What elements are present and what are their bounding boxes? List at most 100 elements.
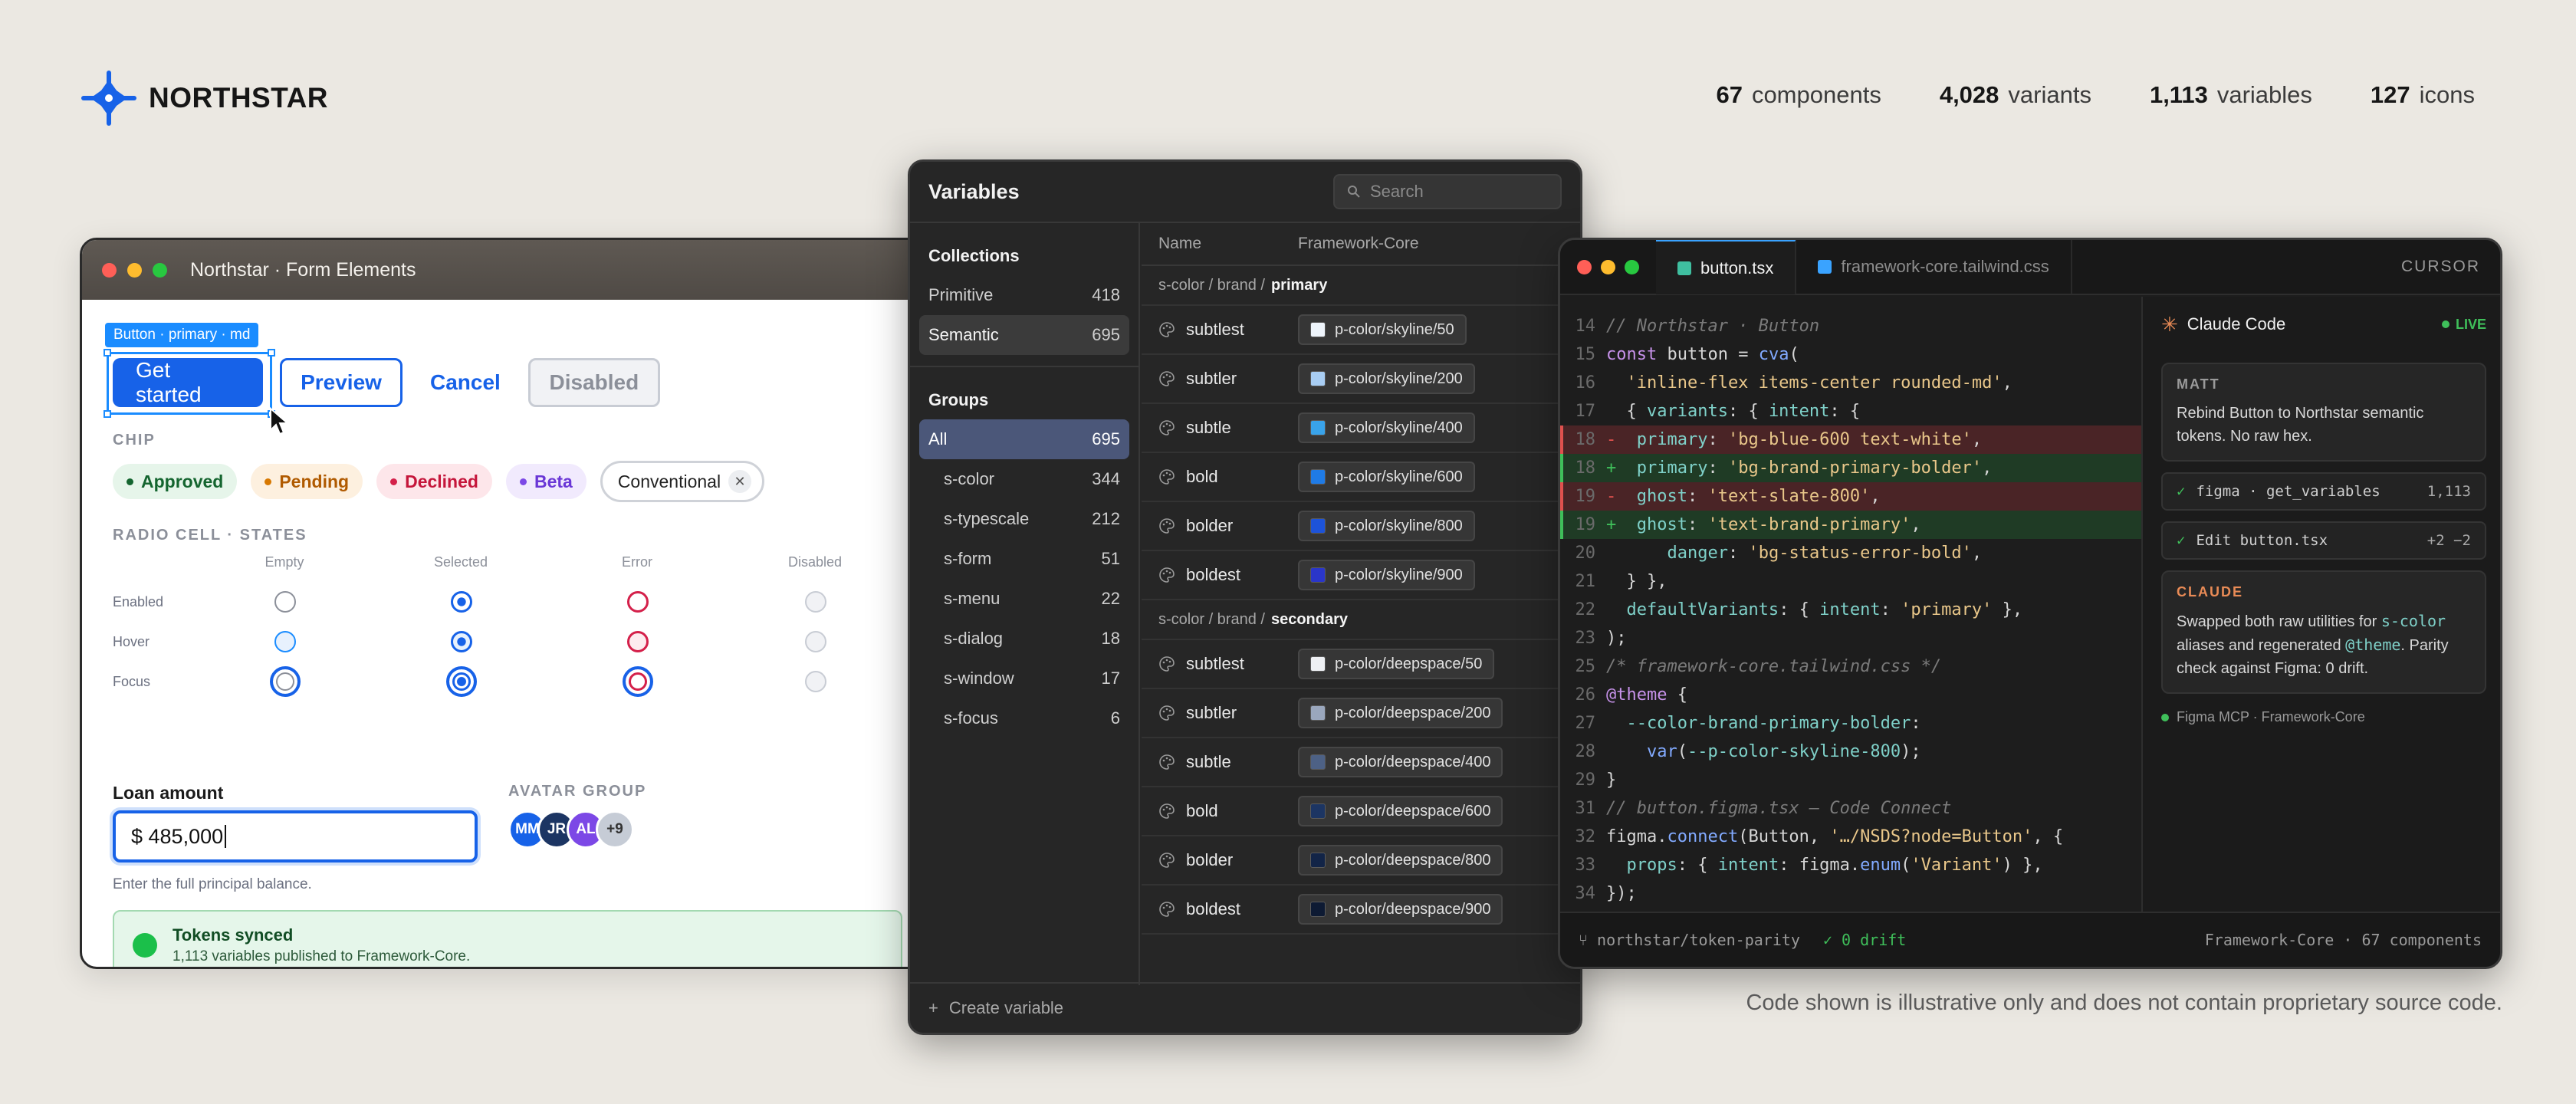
group-all[interactable]: All 695 [919,419,1129,459]
radio-focus-selected[interactable] [446,666,477,697]
column-mode[interactable]: Framework-Core [1298,235,1419,253]
group-s-form[interactable]: s-form 51 [919,539,1129,579]
project-status: Framework-Core · 67 components [2204,931,2482,949]
chip-pending[interactable]: Pending [251,464,363,499]
check-icon: ✓ [2177,483,2186,500]
avatar-overflow[interactable]: +9 [596,810,634,849]
assistant-message: CLAUDE Swapped both raw utilities for s-… [2161,570,2486,694]
radio-enabled-selected[interactable] [451,591,472,613]
variable-value[interactable]: p-color/skyline/200 [1298,363,1475,394]
chip-remove-icon[interactable]: ✕ [728,470,752,493]
close-window-button[interactable] [102,262,117,278]
radio-focus-error[interactable] [623,666,653,697]
maximize-window-button[interactable] [153,262,167,278]
loan-amount-input[interactable]: $ 485,000 [113,810,478,863]
variables-table: Name Framework-Core s-color / brand / pri… [1142,223,1580,985]
group-s-window[interactable]: s-window 17 [919,659,1129,698]
radio-section-label: RADIO CELL · STATES [113,527,307,544]
collection-semantic[interactable]: Semantic 695 [919,315,1129,355]
variable-value[interactable]: p-color/deepspace/800 [1298,845,1503,876]
color-swatch [1310,754,1326,770]
variable-name: subtler [1186,369,1237,388]
radio-hover-selected[interactable] [451,631,472,652]
table-row[interactable]: bolder p-color/skyline/800 [1142,502,1580,551]
disclaimer: Code shown is illustrative only and does… [1746,991,2502,1015]
tab-framework-core-css[interactable]: framework-core.tailwind.css [1796,240,2072,294]
variable-name: bolder [1186,516,1234,535]
variable-value[interactable]: p-color/deepspace/600 [1298,796,1503,826]
table-row[interactable]: subtle p-color/skyline/400 [1142,404,1580,453]
variable-value[interactable]: p-color/skyline/900 [1298,560,1475,590]
variable-value[interactable]: p-color/skyline/800 [1298,511,1475,541]
tokens-synced-toast: Tokens synced 1,113 variables published … [113,910,902,967]
variable-value[interactable]: p-color/skyline/400 [1298,412,1475,443]
table-row[interactable]: bolder p-color/deepspace/800 [1142,836,1580,886]
variable-name: bold [1186,467,1218,486]
radio-hover-empty[interactable] [274,631,296,652]
chip-conventional[interactable]: Conventional ✕ [600,461,765,502]
window-title: Northstar · Form Elements [190,258,416,281]
chip-beta[interactable]: Beta [505,464,586,499]
radio-hover-disabled [805,631,826,652]
branch-status[interactable]: ⑂ northstar/token-parity [1579,931,1800,949]
create-variable-button[interactable]: + Create variable [910,982,1580,1033]
variable-value[interactable]: p-color/deepspace/400 [1298,747,1503,777]
code-line: 26 @theme { [1575,685,1687,705]
variable-value[interactable]: p-color/skyline/600 [1298,462,1475,492]
drift-status: ✓ 0 drift [1822,931,1907,949]
variable-name: subtlest [1186,320,1244,339]
stat-variants: 4,028 variants [1939,81,2091,108]
get-started-button[interactable]: Get started [113,358,263,407]
close-window-button[interactable] [1577,259,1592,274]
radio-enabled-empty[interactable] [274,591,296,613]
variables-sidebar: Collections Primitive 418 Semantic 695 Gro… [910,223,1140,985]
radio-enabled-error[interactable] [627,591,649,613]
table-row[interactable]: subtlest p-color/skyline/50 [1142,306,1580,355]
maximize-window-button[interactable] [1625,259,1639,274]
cancel-button[interactable]: Cancel [419,358,511,407]
preview-button[interactable]: Preview [280,358,402,407]
radio-focus-empty[interactable] [270,666,301,697]
claude-asterisk-icon: ✳ [2161,312,2178,336]
table-row[interactable]: bold p-color/deepspace/600 [1142,787,1580,836]
code-view[interactable]: 14// Northstar · Button 15 const button = … [1560,297,2141,916]
table-row[interactable]: subtler p-color/deepspace/200 [1142,689,1580,738]
table-row[interactable]: boldest p-color/deepspace/900 [1142,886,1580,935]
table-row[interactable]: subtle p-color/deepspace/400 [1142,738,1580,787]
palette-icon [1159,853,1175,868]
tool-call-get-variables[interactable]: ✓ figma · get_variables 1,113 [2161,472,2486,511]
table-row[interactable]: boldest p-color/skyline/900 [1142,551,1580,600]
group-s-focus[interactable]: s-focus 6 [919,698,1129,738]
tool-call-edit-file[interactable]: ✓ Edit button.tsx +2 −2 [2161,521,2486,560]
variable-value[interactable]: p-color/deepspace/50 [1298,649,1495,679]
brand-name: NORTHSTAR [149,82,329,113]
stat-variables: 1,113 variables [2149,81,2312,108]
group-s-dialog[interactable]: s-dialog 18 [919,619,1129,659]
variable-value[interactable]: p-color/deepspace/200 [1298,698,1503,728]
color-swatch [1310,853,1326,868]
avatar-group[interactable]: MM JR AL +9 [508,810,634,849]
table-row[interactable]: subtlest p-color/deepspace/50 [1142,640,1580,689]
minimize-window-button[interactable] [1601,259,1615,274]
group-s-typescale[interactable]: s-typescale 212 [919,499,1129,539]
variable-value[interactable]: p-color/deepspace/900 [1298,894,1503,925]
variable-value[interactable]: p-color/skyline/50 [1298,314,1467,345]
form-elements-window: Northstar · Form Elements Button · prima… [80,238,1000,969]
radio-col-error: Error [622,554,652,570]
radio-hover-error[interactable] [627,631,649,652]
table-row[interactable]: bold p-color/skyline/600 [1142,453,1580,502]
group-s-color[interactable]: s-color 344 [919,459,1129,499]
search-input[interactable]: Search [1333,174,1562,209]
tab-button-tsx[interactable]: button.tsx [1656,240,1797,294]
collection-primitive[interactable]: Primitive 418 [919,275,1129,315]
group-s-menu[interactable]: s-menu 22 [919,579,1129,619]
selection-tag: Button · primary · md [105,323,259,347]
palette-icon [1159,518,1175,534]
minimize-window-button[interactable] [127,262,142,278]
table-row[interactable]: subtler p-color/skyline/200 [1142,355,1580,404]
radio-row-enabled: Enabled [113,594,164,610]
variable-name: bolder [1186,850,1234,869]
chip-declined[interactable]: Declined [376,464,492,499]
code-line: 15 const button = cva( [1575,345,1799,364]
chip-approved[interactable]: Approved [113,464,238,499]
